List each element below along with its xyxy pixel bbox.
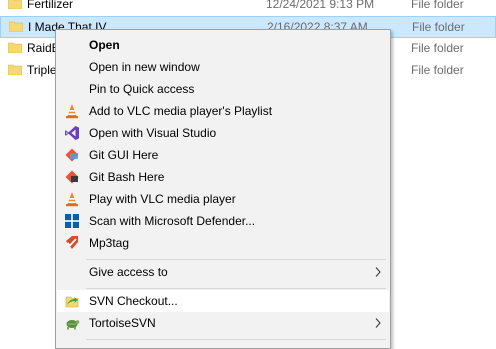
context-menu: Open Open in new window Pin to Quick acc… (55, 29, 391, 349)
menu-item-give-access[interactable]: Give access to (57, 261, 389, 283)
file-type: File folder (412, 20, 465, 34)
menu-separator (86, 288, 386, 289)
menu-item-label: TortoiseSVN (89, 316, 156, 330)
folder-icon (8, 42, 22, 53)
file-date: 12/24/2021 9:13 PM (266, 0, 375, 11)
visual-studio-icon (65, 126, 79, 140)
menu-item-open[interactable]: Open (57, 34, 389, 56)
menu-item-open-visual-studio[interactable]: Open with Visual Studio (57, 122, 389, 144)
menu-separator (86, 259, 386, 260)
mp3tag-icon (66, 236, 78, 249)
menu-item-label: Open (89, 38, 120, 52)
folder-icon (8, 64, 22, 75)
file-type: File folder (411, 0, 464, 11)
folder-icon (8, 0, 22, 9)
menu-item-label: Give access to (89, 265, 168, 279)
menu-item-scan-defender[interactable]: Scan with Microsoft Defender... (57, 210, 389, 232)
file-row-fertilizer[interactable]: Fertilizer 12/24/2021 9:13 PM File folde… (0, 0, 496, 16)
menu-item-play-vlc[interactable]: Play with VLC media player (57, 188, 389, 210)
menu-item-label: Pin to Quick access (89, 82, 195, 96)
menu-item-label: Scan with Microsoft Defender... (89, 214, 256, 228)
git-gui-icon (65, 148, 79, 162)
defender-icon (65, 214, 79, 228)
menu-item-open-new-window[interactable]: Open in new window (57, 56, 389, 78)
menu-item-git-bash[interactable]: Git Bash Here (57, 166, 389, 188)
menu-item-label: Git Bash Here (89, 170, 165, 184)
chevron-right-icon (375, 318, 381, 328)
menu-separator (86, 339, 386, 340)
file-name: Fertilizer (27, 0, 74, 11)
menu-item-pin-quick-access[interactable]: Pin to Quick access (57, 78, 389, 100)
menu-item-svn-checkout[interactable]: SVN Checkout... (57, 290, 389, 312)
tortoisesvn-icon (66, 320, 80, 330)
svn-checkout-icon (65, 296, 79, 308)
menu-item-label: Add to VLC media player's Playlist (89, 104, 273, 118)
menu-item-label: Mp3tag (89, 236, 130, 250)
file-type: File folder (411, 63, 464, 77)
vlc-icon (66, 104, 78, 119)
menu-item-label: Open with Visual Studio (89, 126, 217, 140)
menu-item-git-gui[interactable]: Git GUI Here (57, 144, 389, 166)
menu-item-mp3tag[interactable]: Mp3tag (57, 232, 389, 254)
menu-item-tortoisesvn[interactable]: TortoiseSVN (57, 312, 389, 334)
menu-item-label: Open in new window (89, 60, 200, 74)
chevron-right-icon (375, 267, 381, 277)
file-type: File folder (411, 41, 464, 55)
vlc-icon (66, 192, 78, 207)
folder-icon (9, 21, 23, 32)
menu-item-add-vlc-playlist[interactable]: Add to VLC media player's Playlist (57, 100, 389, 122)
menu-item-label: Play with VLC media player (89, 192, 236, 206)
menu-item-label: Git GUI Here (89, 148, 159, 162)
menu-item-label: SVN Checkout... (89, 294, 178, 308)
git-bash-icon (65, 170, 79, 184)
file-name: Triple (27, 63, 57, 77)
